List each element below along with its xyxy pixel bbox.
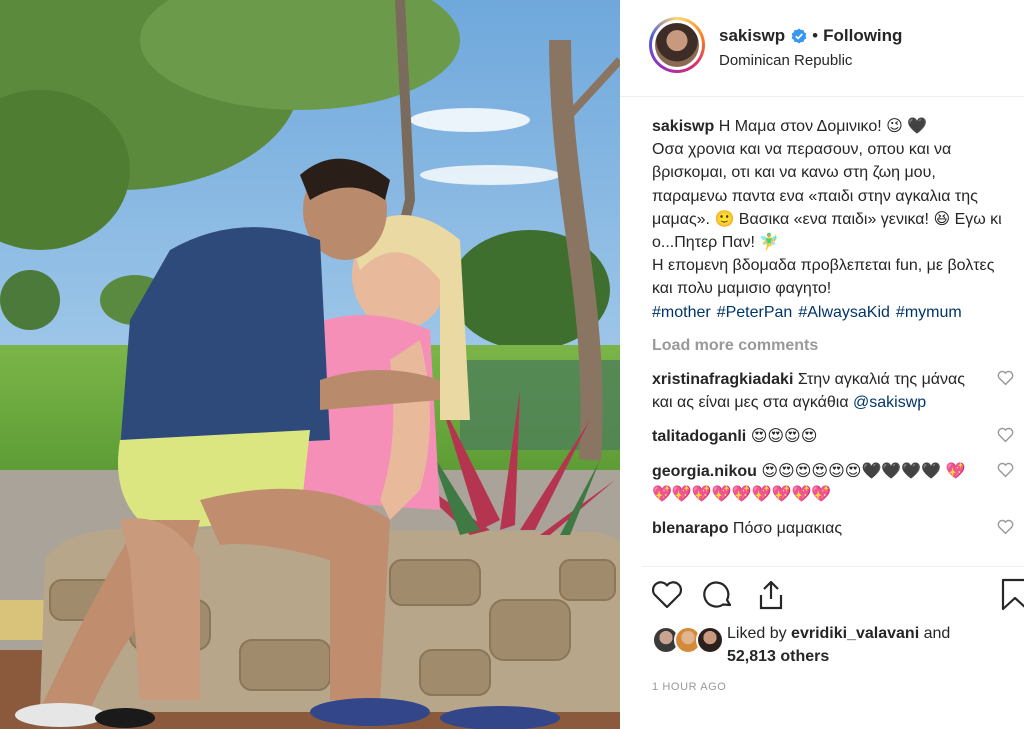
author-avatar[interactable]	[649, 17, 705, 73]
caption-line-3: Η επομενη βδομαδα προβλεπεται fun, με βο…	[652, 257, 995, 298]
liker-username[interactable]: evridiki_valavani	[791, 625, 919, 642]
post-image	[0, 0, 620, 729]
post-timestamp[interactable]: 1 HOUR AGO	[652, 681, 726, 693]
separator-dot: •	[812, 26, 819, 45]
comment-text: Πόσο μαμακιας	[732, 520, 843, 538]
post-photo[interactable]	[0, 0, 620, 729]
comment-username[interactable]: xristinafragkiadaki	[652, 371, 793, 388]
caption-line-1: Η Μαμα στον Δομινικο! 😉 🖤	[718, 118, 928, 135]
caption-username[interactable]: sakiswp	[652, 118, 714, 135]
caption-hashtags: #mother #PeterPan #AlwaysaKid #mymum	[652, 301, 1008, 324]
caption-line-2: Οσα χρονια και να περασουν, οπου και να …	[652, 141, 1002, 252]
heart-icon[interactable]	[650, 578, 684, 612]
verified-badge-icon	[791, 28, 807, 44]
post-location[interactable]: Dominican Republic	[719, 52, 852, 69]
section-divider	[642, 566, 1024, 567]
share-icon[interactable]	[754, 578, 788, 612]
comment-text: 😍😍😍😍	[750, 428, 818, 446]
comment-item: xristinafragkiadaki Στην αγκαλιά της μάν…	[652, 368, 1014, 414]
comment-bubble-icon[interactable]	[702, 578, 736, 612]
comment-username[interactable]: talitadoganli	[652, 428, 746, 445]
avatar-photo	[655, 23, 699, 67]
comments-section: sakiswp Η Μαμα στον Δομινικο! 😉 🖤 Οσα χρ…	[652, 115, 1014, 540]
hashtag-link[interactable]: #mother	[652, 304, 711, 321]
likes-summary: Liked by evridiki_valavani and 52,813 ot…	[727, 622, 1017, 668]
comment-username[interactable]: georgia.nikou	[652, 463, 757, 480]
comment-item: talitadoganli 😍😍😍😍	[652, 425, 1014, 448]
post-actions-bar	[650, 578, 1024, 614]
comment-like-heart-icon[interactable]	[997, 462, 1014, 478]
comment-mention[interactable]: @sakiswp	[853, 394, 926, 411]
bookmark-icon[interactable]	[998, 578, 1024, 612]
hashtag-link[interactable]: #AlwaysaKid	[798, 304, 890, 321]
author-username[interactable]: sakiswp	[719, 26, 785, 46]
likes-count-link[interactable]: 52,813 others	[727, 648, 829, 665]
comment-username[interactable]: blenarapo	[652, 520, 728, 537]
likes-and: and	[923, 625, 951, 642]
liker-avatar	[696, 626, 724, 654]
liker-avatars[interactable]	[652, 626, 724, 654]
load-more-comments-button[interactable]: Load more comments	[652, 334, 1008, 357]
author-line: sakiswp • Following	[719, 26, 902, 46]
post-caption: sakiswp Η Μαμα στον Δομινικο! 😉 🖤 Οσα χρ…	[652, 115, 1008, 324]
comment-like-heart-icon[interactable]	[997, 370, 1014, 386]
following-button[interactable]: Following	[823, 26, 902, 46]
comment-like-heart-icon[interactable]	[997, 427, 1014, 443]
post-details-panel: sakiswp • Following Dominican Republic s…	[620, 0, 1024, 729]
comment-item: blenarapo Πόσο μαμακιας	[652, 517, 1014, 540]
hashtag-link[interactable]: #PeterPan	[717, 304, 793, 321]
hashtag-link[interactable]: #mymum	[896, 304, 962, 321]
comment-like-heart-icon[interactable]	[997, 519, 1014, 535]
comment-item: georgia.nikou 😍😍😍😍😍😍🖤🖤🖤🖤 💖💖💖💖💖💖💖💖💖💖	[652, 460, 1014, 506]
likes-prefix: Liked by	[727, 625, 787, 642]
post-header: sakiswp • Following Dominican Republic	[620, 0, 1024, 97]
